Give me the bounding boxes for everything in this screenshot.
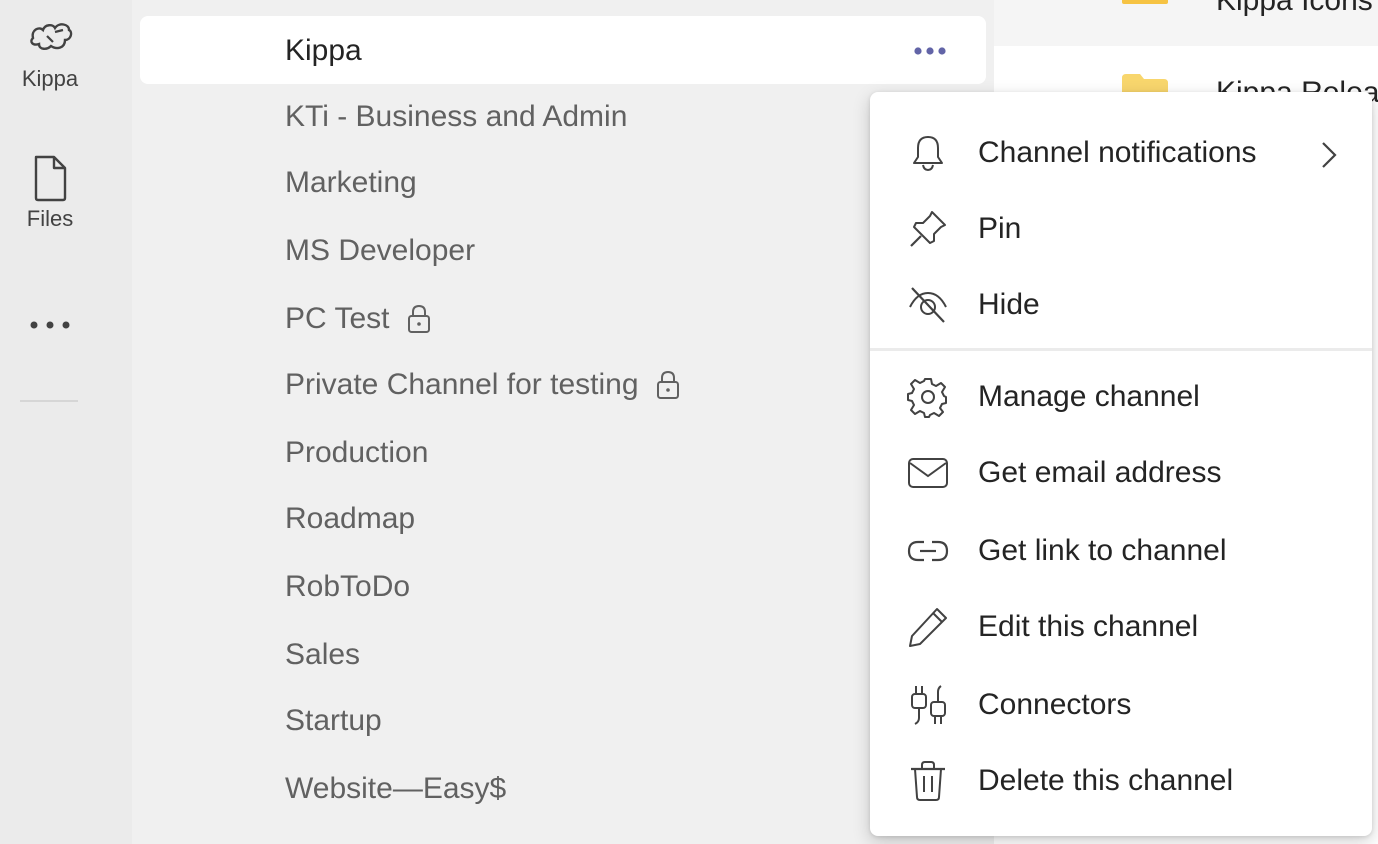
rail-item-label: Kippa bbox=[21, 66, 79, 91]
channel-context-menu: Channel notifications Pin Hide Manage ch… bbox=[870, 92, 1372, 836]
channel-label: Production bbox=[285, 436, 429, 469]
menu-item-delete-this-channel[interactable]: Delete this channel bbox=[870, 746, 1372, 816]
link-icon bbox=[907, 540, 949, 562]
channel-label: Roadmap bbox=[285, 502, 416, 535]
menu-item-label: Channel notifications bbox=[978, 136, 1257, 169]
menu-item-edit-this-channel[interactable]: Edit this channel bbox=[870, 592, 1372, 662]
chevron-right-icon bbox=[1322, 142, 1337, 168]
menu-item-label: Get email address bbox=[978, 456, 1222, 489]
channel-item[interactable]: Private Channel for testing bbox=[285, 368, 681, 402]
bell-icon bbox=[913, 136, 943, 172]
channel-label: MS Developer bbox=[285, 234, 476, 267]
channel-item[interactable]: MS Developer bbox=[285, 234, 475, 268]
lock-icon bbox=[656, 370, 679, 399]
channel-item[interactable]: RobToDo bbox=[285, 570, 410, 604]
menu-item-label: Pin bbox=[978, 212, 1022, 245]
eye-off-icon bbox=[909, 287, 947, 323]
channel-item[interactable]: Sales bbox=[285, 638, 360, 672]
menu-item-label: Get link to channel bbox=[978, 534, 1227, 567]
pencil-icon bbox=[909, 608, 947, 647]
rail-item-label: Files bbox=[26, 206, 74, 231]
rail-item-files[interactable]: Files bbox=[0, 154, 100, 232]
channel-item[interactable]: Startup bbox=[285, 704, 382, 738]
folder-icon bbox=[1122, 0, 1168, 4]
channel-label: RobToDo bbox=[285, 570, 411, 603]
rail-divider bbox=[20, 400, 78, 402]
channel-item[interactable]: Website—Easy$ bbox=[285, 772, 506, 806]
channel-list: Kippa KTi - Business and Admin Marketing… bbox=[132, 0, 994, 844]
channel-item[interactable]: PC Test bbox=[285, 302, 432, 336]
channel-label: PC Test bbox=[285, 302, 390, 335]
app-rail: Kippa Files bbox=[0, 0, 132, 844]
pin-icon bbox=[910, 211, 946, 247]
channel-label: KTi - Business and Admin bbox=[285, 100, 628, 133]
gear-icon bbox=[907, 378, 947, 418]
channel-label: Private Channel for testing bbox=[285, 368, 639, 401]
more-apps-button[interactable] bbox=[0, 318, 100, 332]
lock-icon bbox=[407, 304, 430, 333]
channel-label: Marketing bbox=[285, 166, 417, 199]
channel-item[interactable]: Roadmap bbox=[285, 502, 415, 536]
menu-item-manage-channel[interactable]: Manage channel bbox=[870, 362, 1372, 432]
file-name[interactable]: Kippa Icons bbox=[1216, 0, 1373, 18]
channel-item[interactable]: Marketing bbox=[285, 166, 417, 200]
menu-item-label: Hide bbox=[978, 288, 1040, 321]
channel-label: Website—Easy$ bbox=[285, 772, 507, 805]
channel-item[interactable]: KTi - Business and Admin bbox=[285, 100, 627, 134]
menu-item-label: Connectors bbox=[978, 688, 1132, 721]
menu-item-label: Manage channel bbox=[978, 380, 1200, 413]
menu-item-label: Delete this channel bbox=[978, 764, 1234, 797]
channel-label: Sales bbox=[285, 638, 361, 671]
rail-item-kippa[interactable]: Kippa bbox=[0, 18, 100, 92]
menu-item-hide[interactable]: Hide bbox=[870, 270, 1372, 340]
channel-label: Startup bbox=[285, 704, 382, 737]
team-logo-icon bbox=[30, 23, 73, 50]
menu-item-get-link-to-channel[interactable]: Get link to channel bbox=[870, 516, 1372, 586]
menu-item-get-email-address[interactable]: Get email address bbox=[870, 438, 1372, 508]
menu-item-channel-notifications[interactable]: Channel notifications bbox=[870, 118, 1372, 188]
menu-divider bbox=[870, 348, 1372, 351]
channel-label: Kippa bbox=[285, 34, 362, 67]
more-options-icon[interactable] bbox=[910, 40, 950, 62]
file-icon bbox=[34, 155, 67, 202]
menu-item-connectors[interactable]: Connectors bbox=[870, 670, 1372, 740]
menu-item-label: Edit this channel bbox=[978, 610, 1199, 643]
mail-icon bbox=[908, 458, 948, 488]
channel-item-selected[interactable]: Kippa bbox=[140, 16, 986, 84]
menu-item-pin[interactable]: Pin bbox=[870, 194, 1372, 264]
more-apps-icon bbox=[30, 321, 70, 329]
plug-icon bbox=[911, 685, 946, 725]
channel-item[interactable]: Production bbox=[285, 436, 428, 470]
trash-icon bbox=[911, 761, 945, 801]
